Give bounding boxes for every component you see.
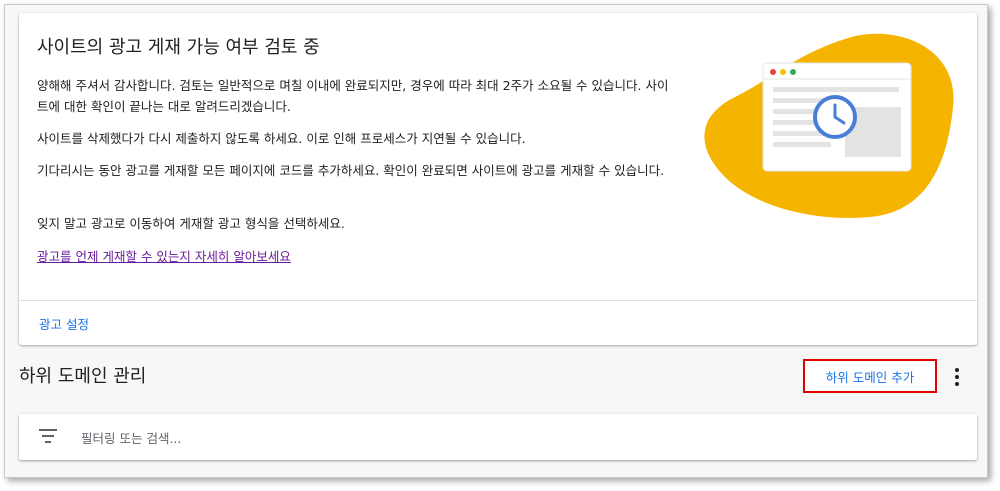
review-paragraph-choose-format: 잊지 말고 광고로 이동하여 게재할 광고 형식을 선택하세요. bbox=[37, 216, 345, 231]
more-vert-icon[interactable] bbox=[945, 363, 969, 391]
card-divider bbox=[19, 300, 977, 301]
learn-more-link[interactable]: 광고를 언제 게재할 수 있는지 자세히 알아보세요 bbox=[37, 246, 291, 265]
subdomain-search-input[interactable] bbox=[79, 424, 943, 452]
ad-settings-link[interactable]: 광고 설정 bbox=[39, 314, 89, 333]
review-paragraph-no-resubmit: 사이트를 삭제했다가 다시 제출하지 않도록 하세요. 이로 인해 프로세스가 … bbox=[37, 131, 526, 146]
page-frame: 사이트의 광고 게재 가능 여부 검토 중 양해해 주셔서 감사합니다. 검토는… bbox=[4, 4, 988, 478]
review-paragraph-add-code: 기다리시는 동안 광고를 게재할 모든 페이지에 코드를 추가하세요. 확인이 … bbox=[37, 163, 665, 178]
review-card-title: 사이트의 광고 게재 가능 여부 검토 중 bbox=[37, 37, 320, 58]
add-subdomain-button[interactable]: 하위 도메인 추가 bbox=[803, 359, 937, 393]
subdomain-section-title: 하위 도메인 관리 bbox=[19, 366, 147, 387]
browser-window-clock-icon bbox=[704, 33, 954, 218]
subdomain-filter-bar bbox=[19, 414, 977, 460]
review-paragraph-thanks: 양해해 주셔서 감사합니다. 검토는 일반적으로 며칠 이내에 완료되지만, 경… bbox=[37, 78, 669, 114]
review-status-card: 사이트의 광고 게재 가능 여부 검토 중 양해해 주셔서 감사합니다. 검토는… bbox=[19, 13, 977, 345]
filter-list-icon[interactable] bbox=[39, 429, 57, 443]
